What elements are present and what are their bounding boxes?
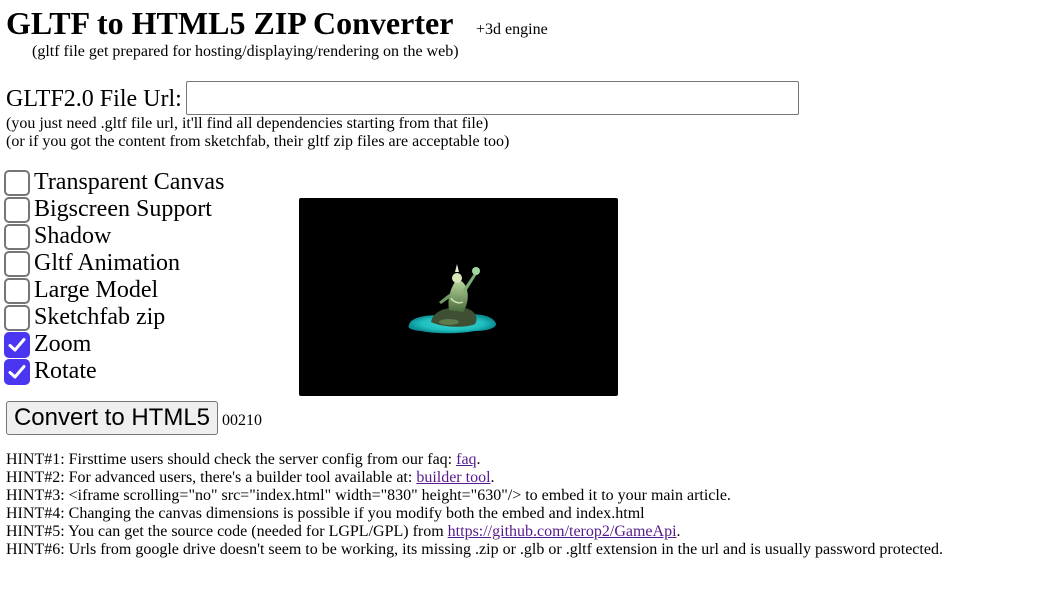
conversion-counter: 00210 (222, 412, 262, 429)
option-label: Transparent Canvas (34, 169, 225, 195)
option-zoom[interactable]: Zoom (4, 331, 91, 358)
option-label: Rotate (34, 358, 97, 384)
url-label: GLTF2.0 File Url: (6, 86, 182, 112)
hint-2-end: . (490, 469, 495, 486)
sketchfab-zip-checkbox[interactable] (4, 304, 30, 331)
option-label: Large Model (34, 277, 159, 303)
hint-4: HINT#4: Changing the canvas dimensions i… (6, 505, 645, 522)
url-note-2: (or if you got the content from sketchfa… (6, 133, 510, 150)
large-model-checkbox[interactable] (4, 277, 30, 304)
hint-2-text: HINT#2: For advanced users, there's a bu… (6, 469, 417, 486)
option-label: Gltf Animation (34, 250, 180, 276)
checkmark-icon (8, 364, 26, 378)
option-label: Sketchfab zip (34, 304, 166, 330)
zoom-checkbox[interactable] (4, 331, 30, 358)
engine-note: +3d engine (476, 21, 548, 38)
hint-1-end: . (476, 451, 481, 468)
hint-1: HINT#1: Firsttime users should check the… (6, 451, 481, 469)
option-bigscreen-support[interactable]: Bigscreen Support (4, 196, 212, 223)
model-preview-canvas[interactable] (299, 198, 618, 396)
option-transparent-canvas[interactable]: Transparent Canvas (4, 169, 224, 196)
hint-2: HINT#2: For advanced users, there's a bu… (6, 469, 495, 487)
option-label: Shadow (34, 223, 112, 249)
github-link[interactable]: https://github.com/terop2/GameApi (448, 523, 677, 540)
transparent-canvas-checkbox[interactable] (4, 169, 30, 196)
convert-button[interactable]: Convert to HTML5 (6, 401, 218, 435)
hint-5-end: . (676, 523, 681, 540)
option-gltf-animation[interactable]: Gltf Animation (4, 250, 180, 277)
hint-5-text: HINT#5: You can get the source code (nee… (6, 523, 448, 540)
option-large-model[interactable]: Large Model (4, 277, 158, 304)
option-shadow[interactable]: Shadow (4, 223, 111, 250)
option-sketchfab-zip[interactable]: Sketchfab zip (4, 304, 165, 331)
rotate-checkbox[interactable] (4, 358, 30, 385)
hint-3: HINT#3: <iframe scrolling="no" src="inde… (6, 487, 731, 504)
option-rotate[interactable]: Rotate (4, 358, 97, 385)
hint-5: HINT#5: You can get the source code (nee… (6, 523, 681, 541)
url-note-1: (you just need .gltf file url, it'll fin… (6, 115, 489, 132)
page-title: GLTF to HTML5 ZIP Converter (6, 5, 454, 41)
gltf-animation-checkbox[interactable] (4, 250, 30, 277)
3d-model-preview-icon (408, 264, 497, 334)
hint-6: HINT#6: Urls from google drive doesn't s… (6, 541, 943, 558)
shadow-checkbox[interactable] (4, 223, 30, 250)
hint-1-text: HINT#1: Firsttime users should check the… (6, 451, 457, 468)
option-label: Bigscreen Support (34, 196, 212, 222)
page-subtitle: (gltf file get prepared for hosting/disp… (32, 43, 459, 60)
gltf-url-input[interactable] (186, 81, 799, 115)
converter-page: GLTF to HTML5 ZIP Converter +3d engine (… (0, 0, 1053, 611)
bigscreen-support-checkbox[interactable] (4, 196, 30, 223)
option-label: Zoom (34, 331, 92, 357)
builder-tool-link[interactable]: builder tool (416, 469, 490, 486)
checkmark-icon (8, 337, 26, 351)
faq-link[interactable]: faq (456, 451, 476, 468)
